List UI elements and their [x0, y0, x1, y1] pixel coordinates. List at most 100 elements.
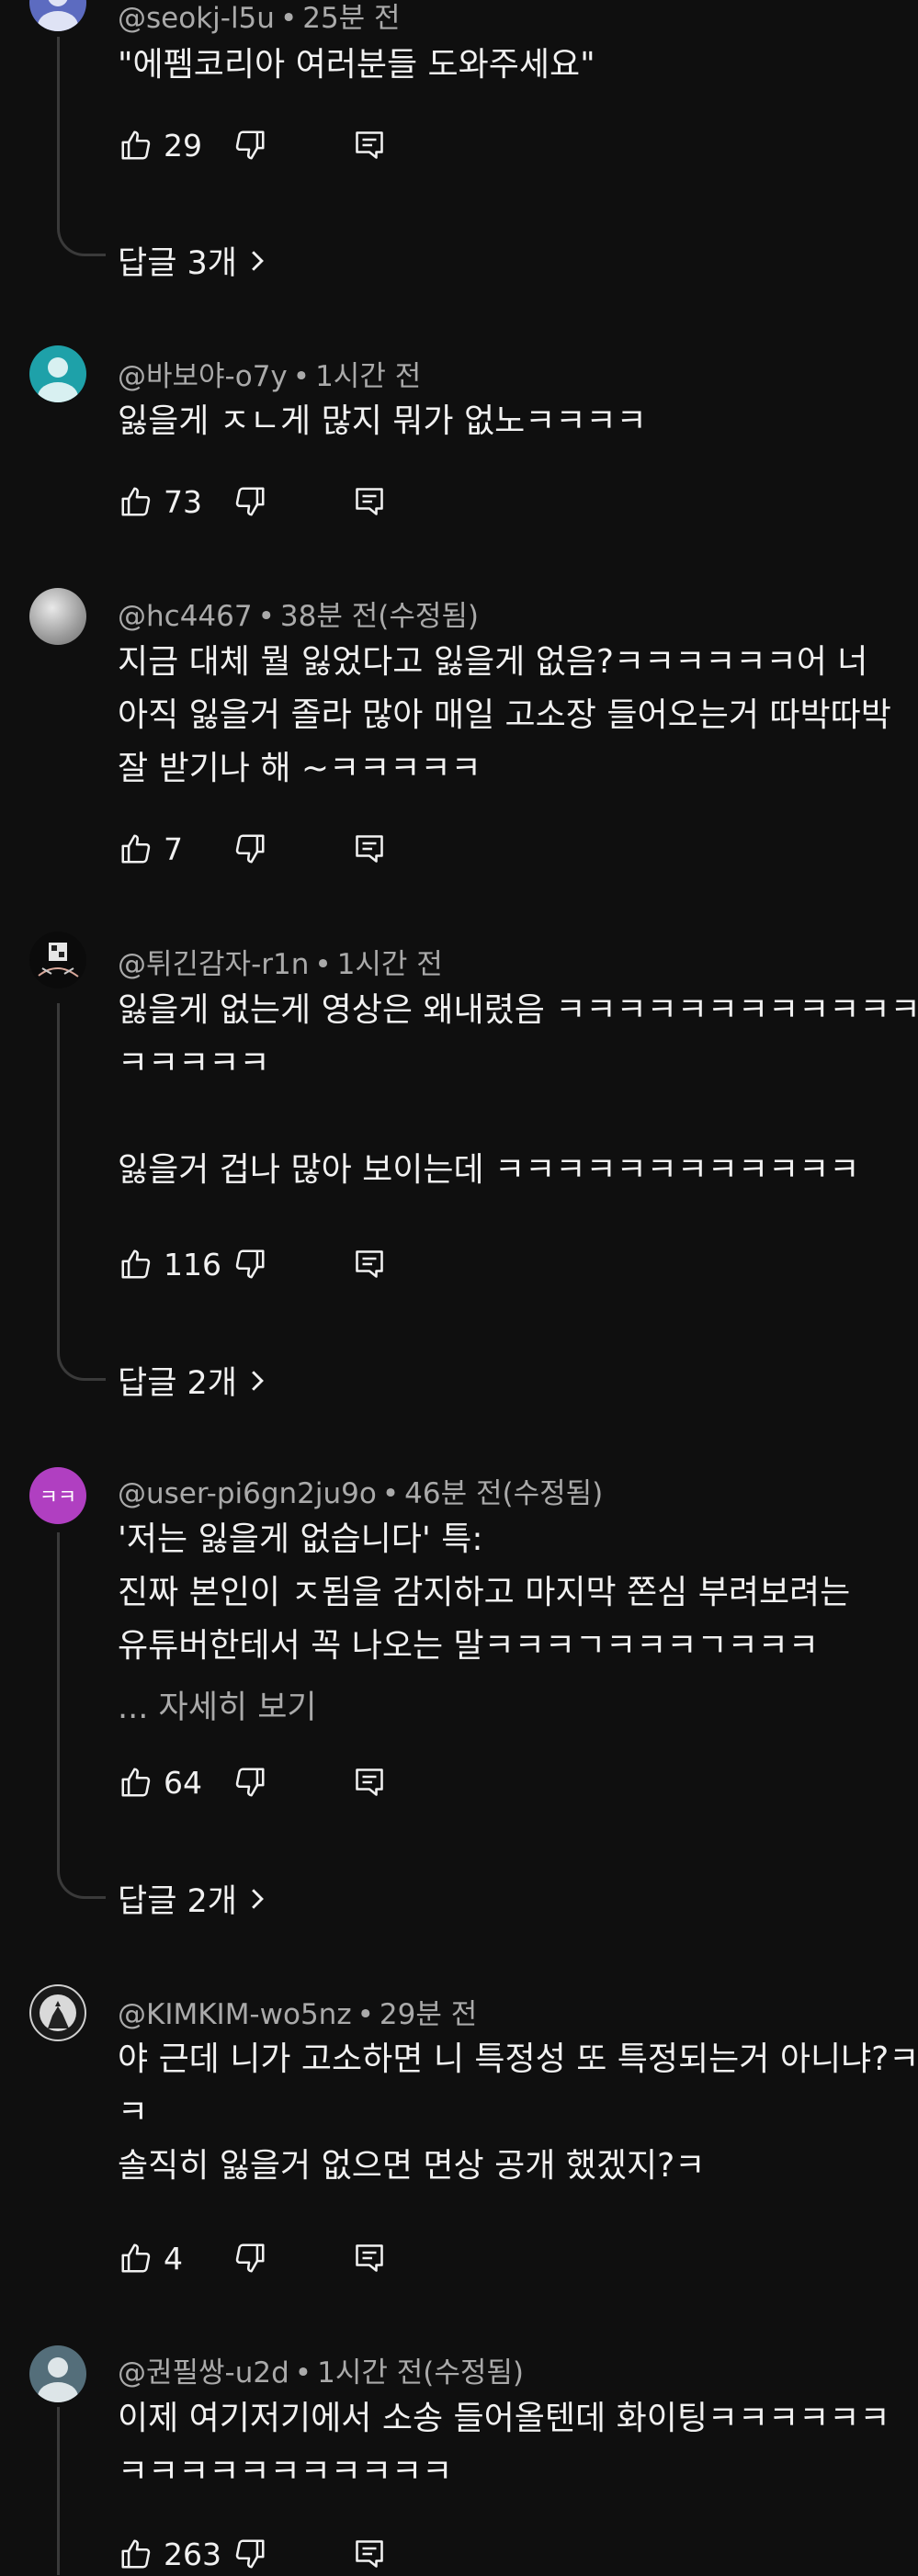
comment-line: 잘 받기나 해 ~ㅋㅋㅋㅋㅋ: [118, 750, 482, 787]
thumbs-up-icon: [121, 1249, 151, 1279]
comment-time[interactable]: 1시간 전: [337, 948, 443, 981]
comment-author[interactable]: @hc4467: [118, 600, 253, 633]
comment-meta: @KIMKIM-wo5nz • 29분 전: [118, 1991, 477, 2032]
comment-text: "에펨코리아 여러분들 도와주세요": [118, 39, 595, 92]
comment-author[interactable]: @seokj-l5u: [118, 2, 275, 35]
comment-time[interactable]: 25분 전: [302, 2, 400, 35]
view-replies-button[interactable]: 답글 2개: [118, 1357, 266, 1404]
comment-line: 유튜버한테서 꼭 나오는 말ㅋㅋㅋㄱㅋㅋㅋㄱㅋㅋㅋ: [118, 1627, 819, 1665]
separator-dot: •: [357, 1998, 374, 2031]
chevron-right-icon: [252, 250, 264, 271]
comment-line: 잃을게 없는게 영상은 왜내렸음 ㅋㅋㅋㅋㅋㅋㅋㅋㅋㅋㅋㅋ: [118, 991, 918, 1029]
separator-dot: •: [257, 600, 275, 633]
comment-text: 지금 대체 뭘 잃었다고 잃을게 없음?ㅋㅋㅋㅋㅋㅋ어 너 아직 잃을거 졸라 …: [118, 636, 891, 796]
avatar[interactable]: [29, 588, 86, 645]
comment-actions: 29: [118, 123, 388, 167]
thumbs-up-icon: [121, 834, 151, 864]
avatar[interactable]: [29, 1984, 86, 2041]
like-count: 29: [164, 127, 202, 164]
reply-button[interactable]: [351, 2536, 388, 2572]
dislike-button[interactable]: [232, 830, 268, 867]
avatar[interactable]: ㅋㅋ: [29, 1467, 86, 1524]
like-button[interactable]: [118, 830, 154, 867]
thumbs-down-icon: [235, 1768, 265, 1797]
reply-thread-line: [57, 2407, 60, 2575]
avatar[interactable]: [29, 932, 86, 989]
dislike-button[interactable]: [232, 1246, 268, 1282]
dislike-button[interactable]: [232, 127, 268, 164]
comment-time[interactable]: 1시간 전: [315, 360, 421, 393]
read-more-link[interactable]: ... 자세히 보기: [118, 1681, 317, 1728]
reply-button[interactable]: [351, 127, 388, 164]
like-button[interactable]: [118, 1246, 154, 1282]
view-replies-button[interactable]: 답글 3개: [118, 237, 266, 284]
reply-button[interactable]: [351, 2240, 388, 2277]
comment-time[interactable]: 1시간 전(수정됨): [317, 2356, 524, 2390]
comment-time[interactable]: 29분 전: [380, 1998, 477, 2031]
comment-meta: @seokj-l5u • 25분 전: [118, 0, 401, 36]
reply-comment-icon: [356, 131, 383, 159]
separator-dot: •: [292, 360, 311, 393]
reply-button[interactable]: [351, 1764, 388, 1801]
comment-actions: 4: [118, 2236, 388, 2280]
thumbs-down-icon: [235, 487, 265, 516]
reply-button[interactable]: [351, 483, 388, 520]
comment-meta: @바보야-o7y • 1시간 전: [118, 353, 421, 394]
comment-actions: 64: [118, 1760, 388, 1804]
comment-meta: @권필쌍-u2d • 1시간 전(수정됨): [118, 2349, 524, 2390]
replies-count: 답글 2개: [118, 1883, 237, 1920]
thumbs-up-icon: [121, 2539, 151, 2569]
comment-text: 이제 여기저기에서 소송 들어올텐데 화이팅ㅋㅋㅋㅋㅋㅋ ㅋㅋㅋㅋㅋㅋㅋㅋㅋㅋㅋ: [118, 2392, 890, 2499]
chevron-right-icon: [252, 1370, 264, 1391]
dislike-button[interactable]: [232, 483, 268, 520]
thumbs-up-icon: [121, 1768, 151, 1797]
comment-line: ㅋㅋㅋㅋㅋ: [118, 1045, 270, 1082]
avatar[interactable]: [29, 345, 86, 402]
comment-actions: 263: [118, 2532, 388, 2576]
comment-author[interactable]: @권필쌍-u2d: [118, 2356, 289, 2390]
comment-time[interactable]: 46분 전(수정됨): [404, 1477, 603, 1510]
reply-button[interactable]: [351, 1246, 388, 1282]
comment-meta: @hc4467 • 38분 전(수정됨): [118, 593, 479, 634]
like-button[interactable]: [118, 2536, 154, 2572]
thumbs-down-icon: [235, 2243, 265, 2273]
comment-author[interactable]: @KIMKIM-wo5nz: [118, 1998, 352, 2031]
reply-thread-line: [57, 37, 106, 256]
comment-line: 지금 대체 뭘 잃었다고 잃을게 없음?ㅋㅋㅋㅋㅋㅋ어 너: [118, 643, 868, 681]
comment-text: 야 근데 니가 고소하면 니 특정성 또 특정되는거 아니냐?ㅋ ㅋ 솔직히 잃…: [118, 2033, 918, 2193]
like-button[interactable]: [118, 1764, 154, 1801]
avatar[interactable]: [29, 2345, 86, 2402]
comment-line: ㅋㅋㅋㅋㅋㅋㅋㅋㅋㅋㅋ: [118, 2453, 453, 2491]
reply-comment-icon: [356, 2540, 383, 2568]
comment-text: 잃을게 없는게 영상은 왜내렸음 ㅋㅋㅋㅋㅋㅋㅋㅋㅋㅋㅋㅋ ㅋㅋㅋㅋㅋ 잃을거 …: [118, 984, 918, 1197]
reply-button[interactable]: [351, 830, 388, 867]
like-count: 64: [164, 1764, 202, 1801]
avatar[interactable]: [29, 0, 86, 31]
dislike-button[interactable]: [232, 1764, 268, 1801]
comment-author[interactable]: @user-pi6gn2ju9o: [118, 1477, 377, 1510]
reply-comment-icon: [356, 488, 383, 515]
comment-author[interactable]: @바보야-o7y: [118, 360, 288, 393]
like-count: 263: [164, 2536, 221, 2572]
dislike-button[interactable]: [232, 2536, 268, 2572]
thumbs-down-icon: [235, 1249, 265, 1279]
comment-author[interactable]: @튀긴감자-r1n: [118, 948, 309, 981]
reply-comment-icon: [356, 1250, 383, 1278]
dislike-button[interactable]: [232, 2240, 268, 2277]
reply-comment-icon: [356, 2244, 383, 2272]
comment-time[interactable]: 38분 전(수정됨): [280, 600, 479, 633]
chevron-right-icon: [252, 1888, 264, 1909]
like-button[interactable]: [118, 127, 154, 164]
comment-meta: @user-pi6gn2ju9o • 46분 전(수정됨): [118, 1470, 603, 1511]
thumbs-down-icon: [235, 2539, 265, 2569]
like-button[interactable]: [118, 2240, 154, 2277]
comment-actions: 7: [118, 827, 388, 871]
separator-dot: •: [294, 2356, 312, 2390]
comment-line: ㅋ: [118, 2094, 149, 2131]
view-replies-button[interactable]: 답글 2개: [118, 1875, 266, 1922]
comment-line: 솔직히 잃을거 없으면 면상 공개 했겠지?ㅋ: [118, 2147, 706, 2185]
comment-line: 이제 여기저기에서 소송 들어올텐데 화이팅ㅋㅋㅋㅋㅋㅋ: [118, 2400, 890, 2437]
separator-dot: •: [314, 948, 332, 981]
reply-thread-line: [57, 1003, 106, 1381]
like-button[interactable]: [118, 483, 154, 520]
